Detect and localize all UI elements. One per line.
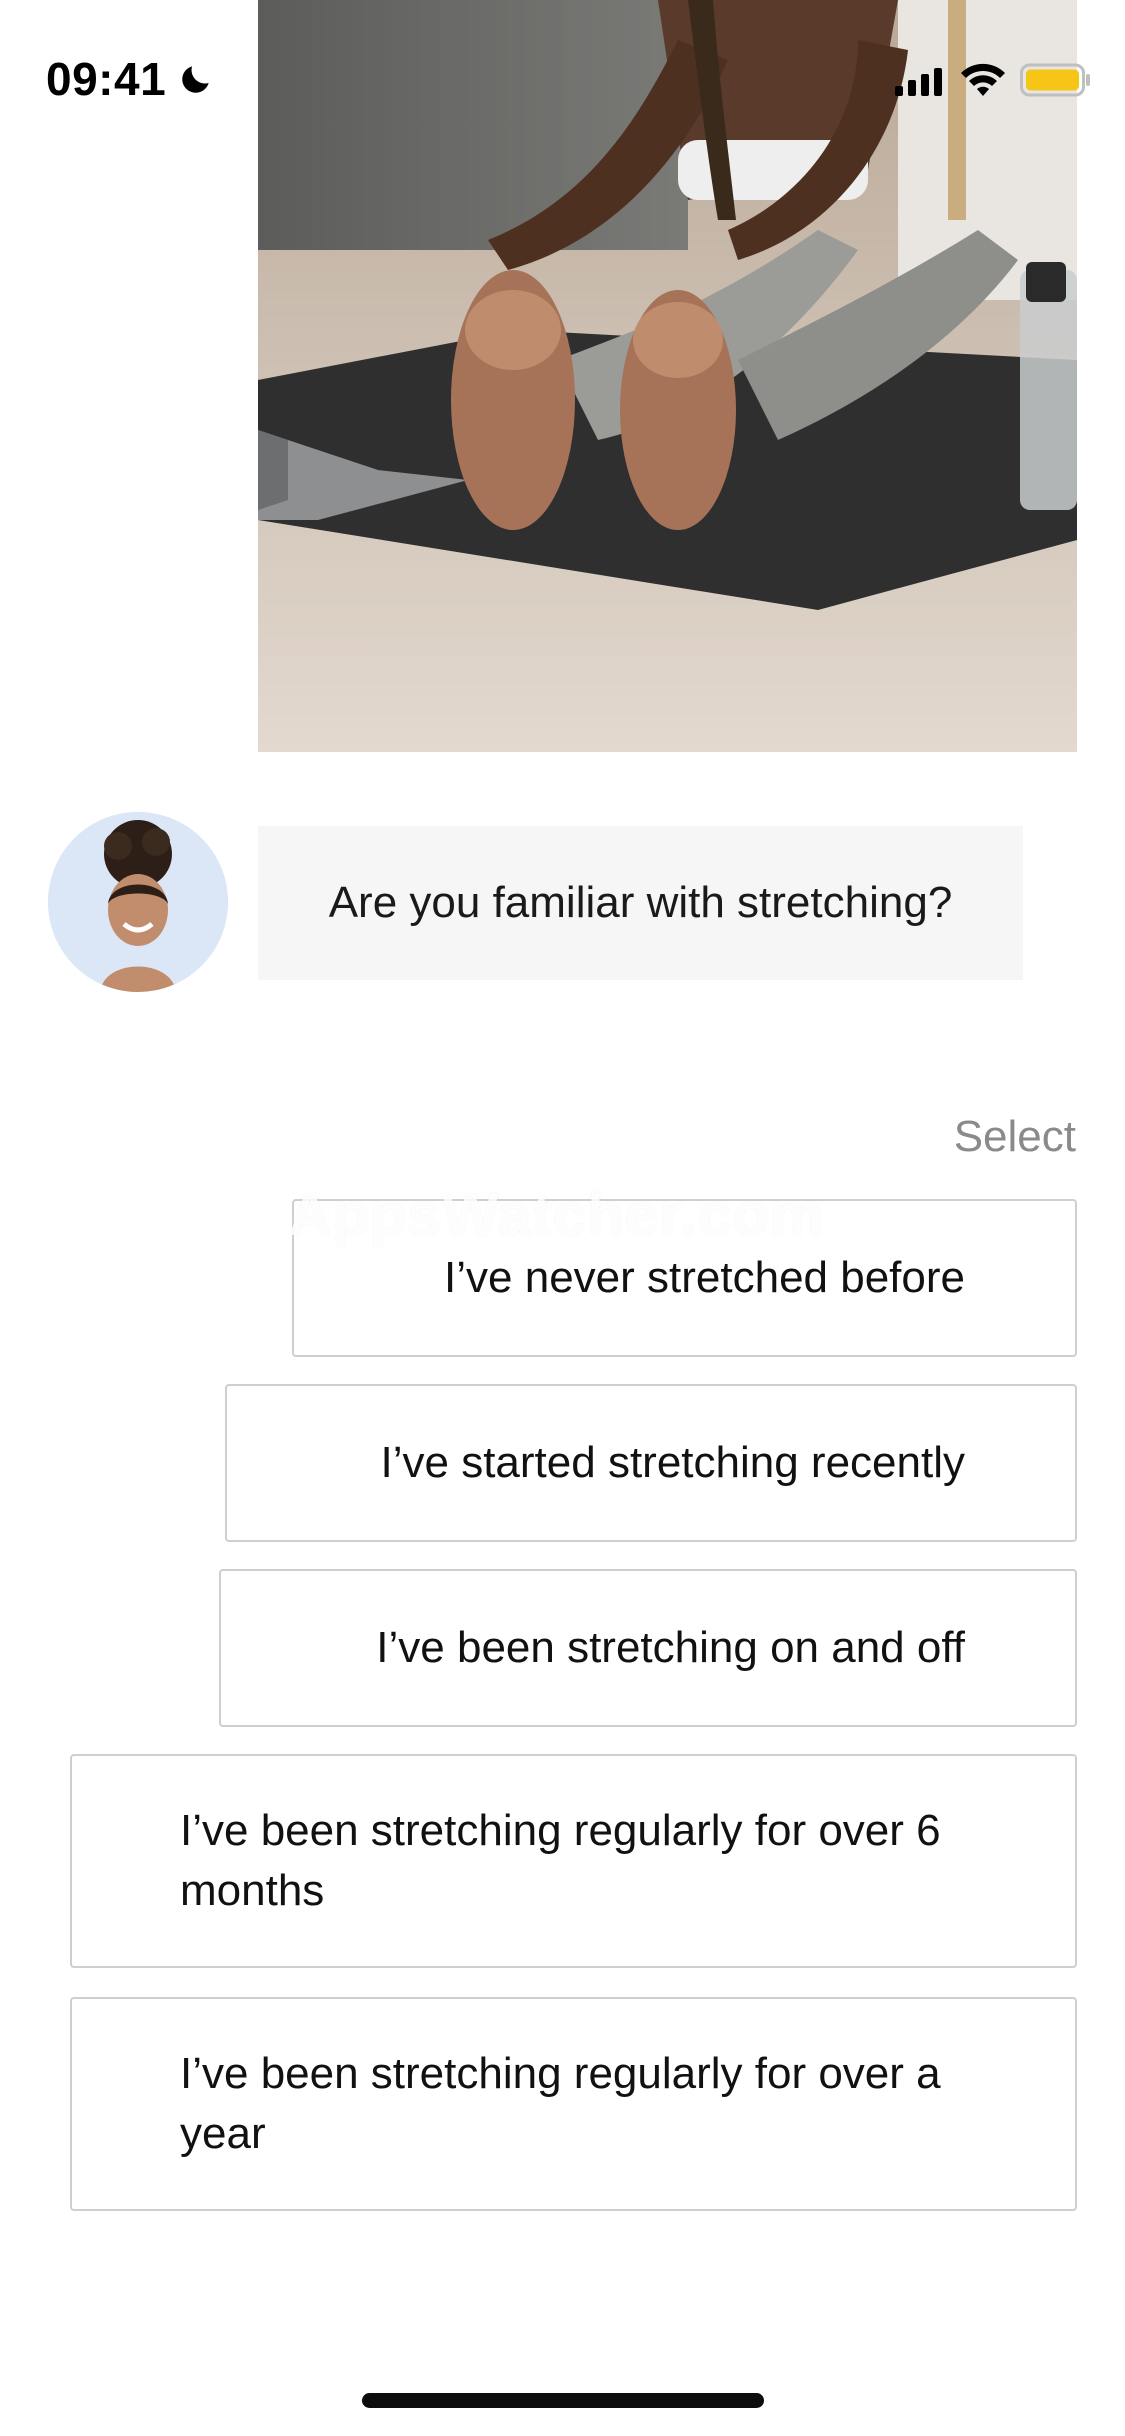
coach-avatar [48, 812, 228, 992]
battery-icon [1020, 63, 1090, 97]
moon-icon [182, 66, 209, 93]
question-text: Are you familiar with stretching? [328, 878, 953, 927]
select-label: Select [953, 1112, 1076, 1161]
status-time: 09:41 [46, 53, 167, 105]
answer-option-label: I’ve been stretching regularly for over … [180, 2049, 941, 2158]
answer-option-on-and-off[interactable]: I’ve been stretching on and off [219, 1569, 1077, 1727]
answer-option-never-stretched[interactable]: I’ve never stretched before [292, 1199, 1077, 1357]
status-bar: 09:41 [0, 0, 1125, 160]
answer-option-label: I’ve been stretching on and off [376, 1623, 965, 1672]
coach-portrait-illustration [48, 812, 228, 992]
answer-option-label: I’ve started stretching recently [380, 1438, 965, 1487]
answer-option-over-a-year[interactable]: I’ve been stretching regularly for over … [70, 1997, 1077, 2211]
cellular-signal-icon [895, 68, 942, 96]
answer-option-started-recently[interactable]: I’ve started stretching recently [225, 1384, 1077, 1542]
answer-option-over-6-months[interactable]: I’ve been stretching regularly for over … [70, 1754, 1077, 1968]
home-indicator[interactable] [362, 2393, 764, 2408]
answer-option-label: I’ve been stretching regularly for over … [180, 1806, 941, 1915]
wifi-icon [961, 63, 1005, 96]
answer-option-label: I’ve never stretched before [444, 1253, 965, 1302]
coach-message-bubble: Are you familiar with stretching? [258, 826, 1023, 980]
